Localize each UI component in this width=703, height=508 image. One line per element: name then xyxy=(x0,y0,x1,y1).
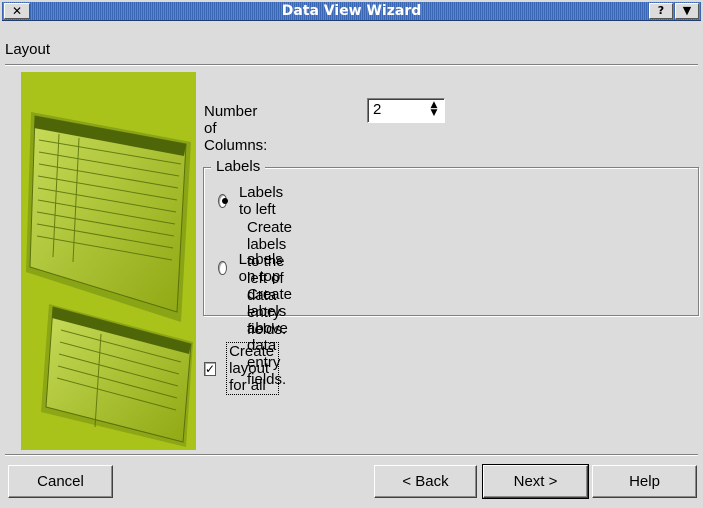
spin-arrows-icon[interactable]: ▲ ▼ xyxy=(426,101,442,119)
help-button[interactable]: Help xyxy=(592,465,697,498)
cancel-button[interactable]: Cancel xyxy=(8,465,113,498)
back-button[interactable]: < Back xyxy=(374,465,477,498)
radio-label: Labels on top xyxy=(238,251,283,285)
next-button[interactable]: Next > xyxy=(482,464,589,499)
menu-title-button[interactable]: ▼ xyxy=(675,3,699,19)
checkbox-check-icon[interactable]: ✓ xyxy=(204,361,217,376)
bottom-divider xyxy=(5,454,698,456)
create-layout-label: Create layout for all xyxy=(226,342,280,395)
form-sheets-illustration xyxy=(21,72,196,450)
radio-labels-left[interactable]: Labels to left xyxy=(218,184,288,218)
labels-group-title: Labels xyxy=(211,158,266,175)
top-divider xyxy=(5,64,698,66)
create-layout-checkbox[interactable]: ✓ Create layout for all xyxy=(204,342,280,395)
illustration-svg xyxy=(26,112,193,447)
data-view-wizard-window: ✕ Data View Wizard ? ▼ Layout Number of … xyxy=(0,0,703,508)
radio-button[interactable] xyxy=(218,261,227,275)
columns-spinbox[interactable]: 2 ▲ ▼ xyxy=(367,98,445,123)
page-title: Layout xyxy=(5,41,51,58)
radio-label: Labels to left xyxy=(238,184,284,218)
window-title: Data View Wizard xyxy=(281,3,422,19)
columns-label: Number of Columns: xyxy=(204,103,268,154)
radio-button[interactable] xyxy=(218,194,228,208)
title-bar[interactable]: ✕ Data View Wizard ? ▼ xyxy=(2,2,701,21)
columns-value[interactable]: 2 xyxy=(373,101,381,118)
help-title-button[interactable]: ? xyxy=(649,3,673,19)
radio-labels-top[interactable]: Labels on top xyxy=(218,251,288,285)
